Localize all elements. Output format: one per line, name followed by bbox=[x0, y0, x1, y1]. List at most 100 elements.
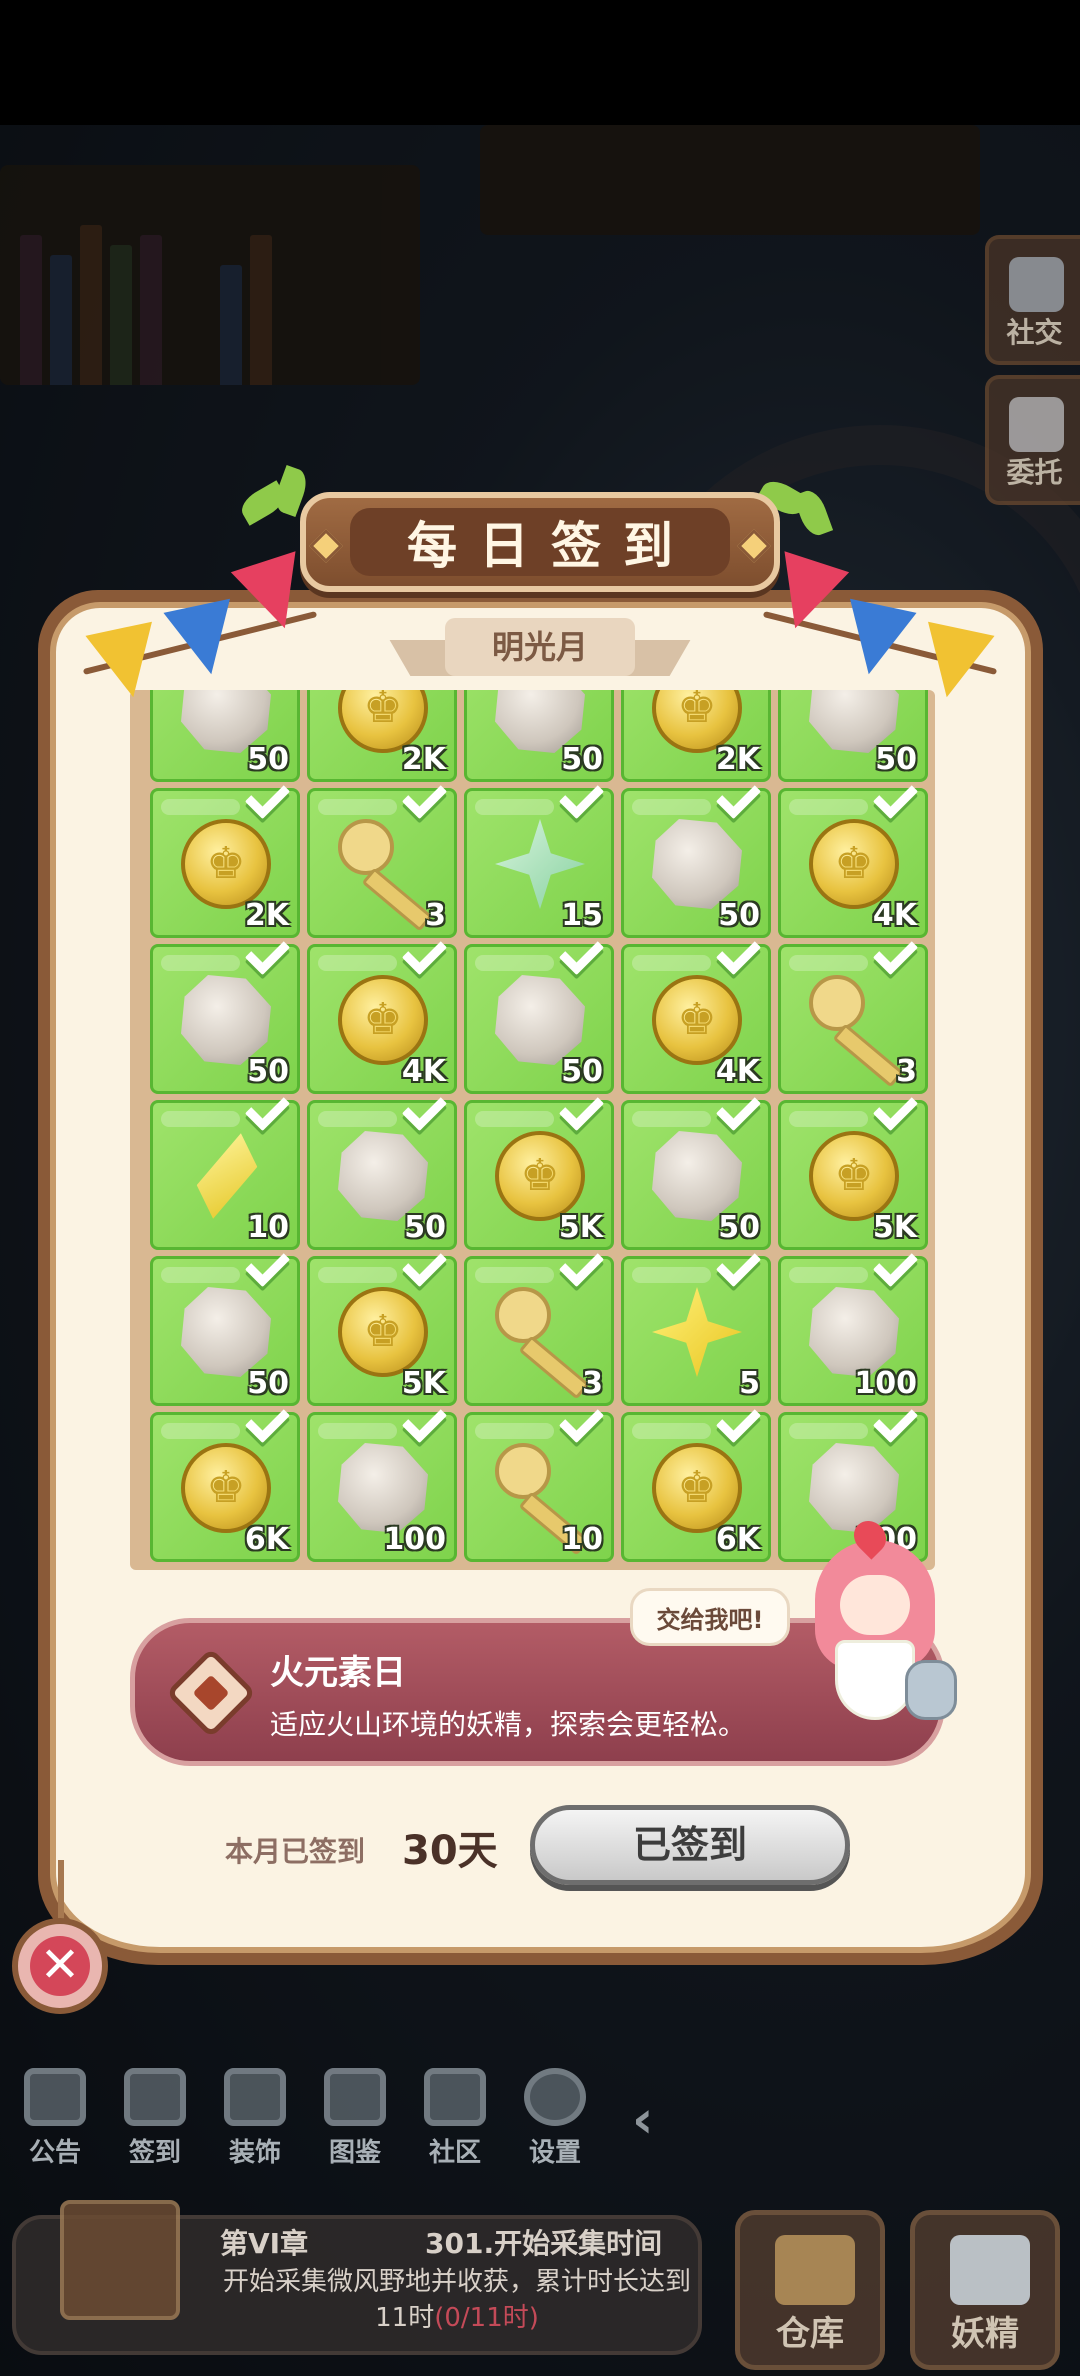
stone-item-icon bbox=[338, 1131, 428, 1221]
checkmark-icon bbox=[249, 1401, 289, 1431]
reward-cell[interactable]: 50 bbox=[778, 690, 928, 782]
dialog-title-plate: 每日签到 bbox=[300, 492, 780, 592]
reward-cell[interactable]: 5K bbox=[464, 1100, 614, 1250]
checkmark-icon bbox=[877, 777, 917, 807]
reward-cell[interactable]: 5K bbox=[307, 1256, 457, 1406]
reward-cell[interactable]: 6K bbox=[150, 1412, 300, 1562]
bottom-toolbar: 公告 签到 装饰 图鉴 社区 设置 bbox=[12, 2068, 598, 2178]
reward-grid-frame: 50 2K 50 2K 50 2K 3 15 50 4K 50 4K 50 4K 3 10 50 5K 50 5K 50… bbox=[130, 690, 935, 1570]
signed-days-count: 30天 bbox=[402, 1828, 498, 1874]
coin-item-icon bbox=[495, 1131, 585, 1221]
reward-quantity: 6K bbox=[244, 1522, 289, 1557]
toolbar-decoration[interactable]: 装饰 bbox=[212, 2068, 298, 2178]
stone-item-icon bbox=[652, 1131, 742, 1221]
reward-cell[interactable]: 50 bbox=[150, 1256, 300, 1406]
reward-quantity: 50 bbox=[875, 742, 917, 777]
coin-item-icon bbox=[809, 1131, 899, 1221]
reward-quantity: 50 bbox=[247, 1054, 289, 1089]
reward-cell[interactable]: 4K bbox=[621, 944, 771, 1094]
key-item-icon bbox=[495, 1443, 585, 1533]
signed-days-label: 本月已签到 bbox=[225, 1835, 366, 1868]
quest-book-icon bbox=[60, 2200, 180, 2320]
reward-cell[interactable]: 6K bbox=[621, 1412, 771, 1562]
reward-cell[interactable]: 4K bbox=[307, 944, 457, 1094]
checkmark-icon bbox=[720, 1401, 760, 1431]
fairy-button[interactable]: 妖精 bbox=[910, 2210, 1060, 2370]
reward-quantity: 5K bbox=[401, 1366, 446, 1401]
reward-cell[interactable]: 3 bbox=[307, 788, 457, 938]
element-day-title: 火元素日 bbox=[270, 1653, 406, 1693]
collapse-arrow-icon[interactable]: ‹ bbox=[632, 2090, 653, 2150]
stone-item-icon bbox=[495, 975, 585, 1065]
reward-quantity: 50 bbox=[718, 1210, 760, 1245]
checkmark-icon bbox=[249, 1245, 289, 1275]
key-item-icon bbox=[809, 975, 899, 1065]
reward-cell[interactable]: 3 bbox=[464, 1256, 614, 1406]
reward-cell[interactable]: 50 bbox=[621, 1100, 771, 1250]
reward-cell[interactable]: 2K bbox=[150, 788, 300, 938]
toolbar-settings[interactable]: 设置 bbox=[512, 2068, 598, 2178]
quest-chapter: 第VI章 bbox=[220, 2227, 309, 2260]
reward-cell[interactable]: 15 bbox=[464, 788, 614, 938]
dialog-title: 每日签到 bbox=[407, 517, 695, 575]
star-item-icon bbox=[495, 819, 585, 909]
qr-commission-icon bbox=[1009, 397, 1064, 452]
reward-quantity: 50 bbox=[247, 1366, 289, 1401]
reward-quantity: 3 bbox=[582, 1366, 603, 1401]
reward-quantity: 4K bbox=[872, 898, 917, 933]
social-label: 社交 bbox=[1006, 316, 1063, 349]
toolbar-community[interactable]: 社区 bbox=[412, 2068, 498, 2178]
reward-cell[interactable]: 3 bbox=[778, 944, 928, 1094]
decoration-icon bbox=[224, 2068, 286, 2126]
reward-cell[interactable]: 50 bbox=[307, 1100, 457, 1250]
reward-cell[interactable]: 50 bbox=[464, 690, 614, 782]
reward-cell[interactable]: 2K bbox=[621, 690, 771, 782]
calendar-icon bbox=[124, 2068, 186, 2126]
reward-cell[interactable]: 50 bbox=[464, 944, 614, 1094]
toolbar-signin[interactable]: 签到 bbox=[112, 2068, 198, 2178]
reward-quantity: 3 bbox=[425, 898, 446, 933]
gear-icon bbox=[524, 2068, 586, 2126]
social-button[interactable]: 社交 bbox=[985, 235, 1080, 365]
stone-item-icon bbox=[181, 1287, 271, 1377]
toolbar-collection[interactable]: 图鉴 bbox=[312, 2068, 398, 2178]
reward-cell[interactable]: 2K bbox=[307, 690, 457, 782]
reward-cell[interactable]: 10 bbox=[150, 1100, 300, 1250]
checkmark-icon bbox=[249, 1089, 289, 1119]
reward-cell[interactable]: 50 bbox=[621, 788, 771, 938]
reward-quantity: 50 bbox=[561, 742, 603, 777]
reward-cell[interactable]: 5K bbox=[778, 1100, 928, 1250]
coin-item-icon bbox=[809, 819, 899, 909]
jar-icon bbox=[905, 1660, 957, 1720]
reward-cell[interactable]: 50 bbox=[150, 690, 300, 782]
warehouse-button[interactable]: 仓库 bbox=[735, 2210, 885, 2370]
reward-cell[interactable]: 4K bbox=[778, 788, 928, 938]
commission-button[interactable]: 委托 bbox=[985, 375, 1080, 505]
reward-cell[interactable]: 100 bbox=[778, 1256, 928, 1406]
stone-item-icon bbox=[181, 975, 271, 1065]
reward-quantity: 100 bbox=[854, 1366, 917, 1401]
toolbar-announcement[interactable]: 公告 bbox=[12, 2068, 98, 2178]
reward-quantity: 4K bbox=[715, 1054, 760, 1089]
reward-cell[interactable]: 10 bbox=[464, 1412, 614, 1562]
signed-in-button[interactable]: 已签到 bbox=[530, 1805, 850, 1885]
checkmark-icon bbox=[877, 1089, 917, 1119]
stone-item-icon bbox=[338, 1443, 428, 1533]
coin-item-icon bbox=[181, 819, 271, 909]
reward-quantity: 10 bbox=[561, 1522, 603, 1557]
star-item-icon bbox=[652, 1287, 742, 1377]
reward-cell[interactable]: 100 bbox=[307, 1412, 457, 1562]
fairy-icon bbox=[950, 2235, 1030, 2305]
warehouse-chest-icon bbox=[775, 2235, 855, 2305]
close-button[interactable]: ✕ bbox=[12, 1918, 108, 2014]
fire-fairy-character[interactable] bbox=[805, 1514, 957, 1750]
bunting-flag bbox=[85, 621, 167, 705]
checkmark-icon bbox=[406, 1245, 446, 1275]
bunting-flag bbox=[835, 598, 917, 682]
checkmark-icon bbox=[720, 933, 760, 963]
checkmark-icon bbox=[406, 1089, 446, 1119]
fairy-speech-bubble: 交给我吧! bbox=[630, 1588, 790, 1646]
reward-cell[interactable]: 50 bbox=[150, 944, 300, 1094]
reward-quantity: 50 bbox=[404, 1210, 446, 1245]
reward-cell[interactable]: 5 bbox=[621, 1256, 771, 1406]
